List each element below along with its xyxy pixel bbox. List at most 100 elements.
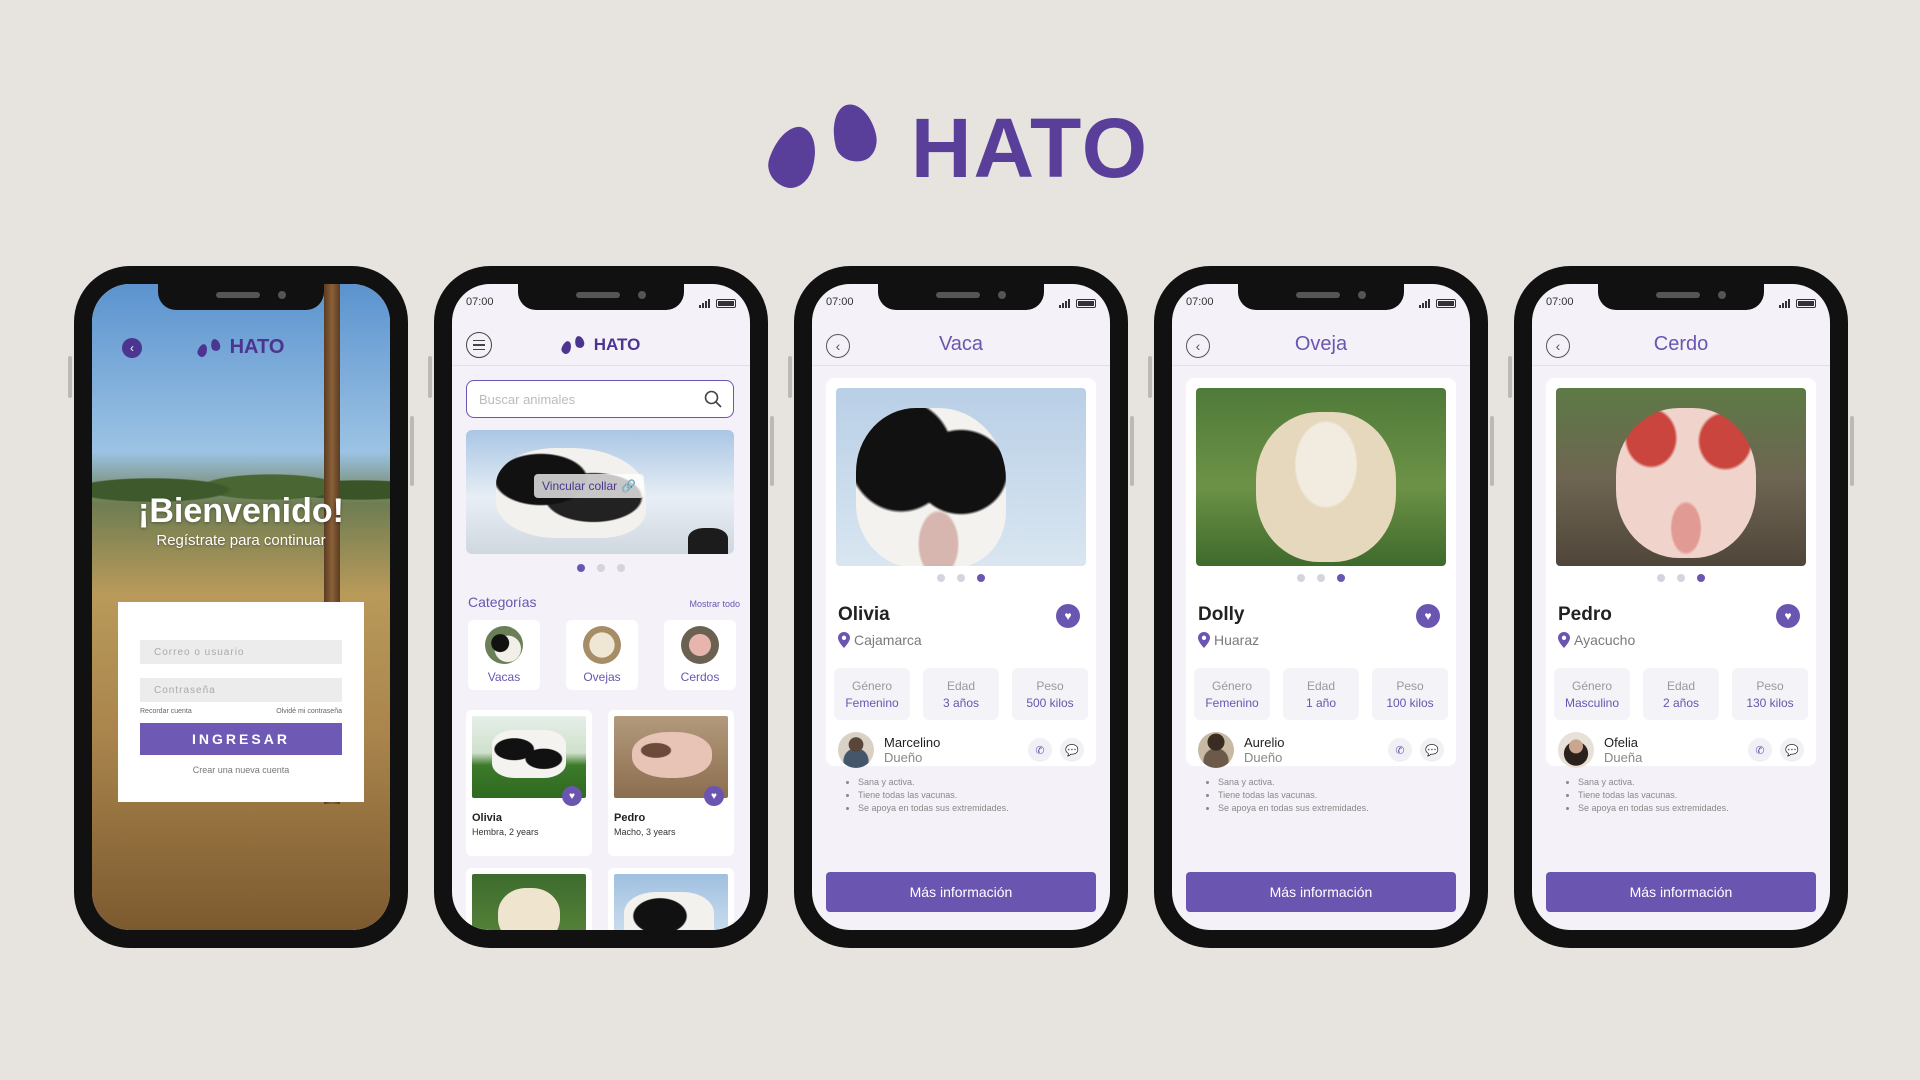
- category-sheep[interactable]: Ovejas: [566, 620, 638, 690]
- heart-icon[interactable]: ♥: [704, 786, 724, 806]
- stat-weight: Peso 130 kilos: [1732, 668, 1808, 720]
- phone-notch: [1598, 284, 1764, 310]
- phone-detail-cow: 07:00 ‹ Vaca Olivia ♥ Cajamarca Género Fe…: [788, 266, 1134, 948]
- location: Ayacucho: [1558, 632, 1635, 648]
- chat-icon[interactable]: 💬: [1420, 738, 1444, 762]
- animal-name: Pedro: [1558, 604, 1612, 625]
- email-field[interactable]: Correo o usuario: [140, 640, 342, 664]
- create-account-link[interactable]: Crear una nueva cuenta: [140, 765, 342, 775]
- phone-icon[interactable]: ✆: [1388, 738, 1412, 762]
- menu-icon[interactable]: [466, 332, 492, 358]
- hero-banner[interactable]: Vincular collar 🔗: [466, 430, 734, 554]
- detail-header: ‹ Oveja: [1172, 324, 1470, 366]
- owner-name: Ofelia: [1604, 735, 1638, 750]
- avatar: [838, 732, 874, 768]
- signal-icon: [699, 298, 710, 308]
- home-screen: 07:00 HATO Buscar animales Vincular coll…: [452, 284, 750, 930]
- owner-name: Aurelio: [1244, 735, 1285, 750]
- page-title: Cerdo: [1653, 333, 1709, 355]
- back-icon[interactable]: ‹: [826, 334, 850, 358]
- owner-row: Ofelia Dueña ✆ 💬: [1558, 732, 1804, 768]
- login-form: Correo o usuario Contraseña Recordar cue…: [118, 602, 364, 802]
- detail-header: ‹ Cerdo: [1532, 324, 1830, 366]
- more-info-button[interactable]: Más información: [1186, 872, 1456, 912]
- animal-photo: [614, 874, 728, 930]
- avatar: [1558, 732, 1594, 768]
- animal-photo: ♥: [614, 716, 728, 806]
- password-field[interactable]: Contraseña: [140, 678, 342, 702]
- animal-photo: ♥: [472, 716, 586, 806]
- animal-card[interactable]: ♥ Pedro Macho, 3 years: [608, 710, 734, 856]
- login-button[interactable]: INGRESAR: [140, 723, 342, 755]
- show-all-link[interactable]: Mostrar todo: [689, 599, 740, 609]
- chat-icon[interactable]: 💬: [1060, 738, 1084, 762]
- animal-card[interactable]: ♥ Olivia Hembra, 2 years: [466, 710, 592, 856]
- stat-gender: Género Femenino: [834, 668, 910, 720]
- phone-notch: [1238, 284, 1404, 310]
- stat-gender: Género Femenino: [1194, 668, 1270, 720]
- search-input[interactable]: Buscar animales: [466, 380, 734, 418]
- animal-detail-card: Pedro ♥ Ayacucho Género Masculino Edad 2 a…: [1546, 378, 1816, 813]
- detail-screen: 07:00 ‹ Cerdo Pedro ♥ Ayacucho Género Mas…: [1532, 284, 1830, 930]
- app-brand-name: HATO: [593, 334, 641, 354]
- location-pin-icon: [838, 632, 850, 648]
- back-icon[interactable]: ‹: [1546, 334, 1570, 358]
- stats-row: Género Femenino Edad 1 año Peso 100 kilos: [1194, 668, 1448, 720]
- battery-icon: [1076, 298, 1096, 308]
- notes-list: Sana y activa. Tiene todas las vacunas. …: [1568, 776, 1729, 815]
- stat-age: Edad 1 año: [1283, 668, 1359, 720]
- owner-role: Dueña: [1604, 750, 1643, 765]
- stats-row: Género Femenino Edad 3 años Peso 500 kilos: [834, 668, 1088, 720]
- status-time: 07:00: [1186, 296, 1214, 308]
- more-info-button[interactable]: Más información: [1546, 872, 1816, 912]
- link-collar-button[interactable]: Vincular collar 🔗: [534, 474, 645, 498]
- phone-icon[interactable]: ✆: [1028, 738, 1052, 762]
- heart-icon[interactable]: ♥: [1416, 604, 1440, 628]
- link-icon: 🔗: [621, 479, 637, 493]
- battery-icon: [1436, 298, 1456, 308]
- search-icon[interactable]: [703, 389, 723, 409]
- stat-age: Edad 2 años: [1643, 668, 1719, 720]
- stat-weight: Peso 500 kilos: [1012, 668, 1088, 720]
- status-time: 07:00: [466, 296, 494, 308]
- remember-account-link[interactable]: Recordar cuenta: [140, 708, 192, 715]
- animal-detail-card: Dolly ♥ Huaraz Género Femenino Edad 1 año …: [1186, 378, 1456, 813]
- battery-icon: [716, 298, 736, 308]
- avatar: [1198, 732, 1234, 768]
- notes-list: Sana y activa. Tiene todas las vacunas. …: [848, 776, 1009, 815]
- owner-row: Marcelino Dueño ✆ 💬: [838, 732, 1084, 768]
- sheep-avatar: [583, 626, 621, 664]
- more-info-button[interactable]: Más información: [826, 872, 1096, 912]
- owner-role: Dueño: [884, 750, 923, 765]
- animal-photo: [1196, 388, 1446, 566]
- animal-name: Olivia: [838, 604, 890, 625]
- welcome-subtitle: Regístrate para continuar: [156, 532, 326, 549]
- phone-icon[interactable]: ✆: [1748, 738, 1772, 762]
- hoof-logo-icon: [559, 334, 588, 355]
- carousel-dots: [452, 564, 750, 572]
- forgot-password-link[interactable]: Olvidé mi contraseña: [276, 708, 342, 715]
- page-title: Oveja: [1294, 333, 1348, 355]
- phone-login: ‹ HATO ¡Bienvenido! Regístrate para cont…: [68, 266, 414, 948]
- animal-photo: [1556, 388, 1806, 566]
- category-list: Vacas Ovejas Cerdos: [468, 620, 736, 690]
- location: Huaraz: [1198, 632, 1259, 648]
- category-pigs[interactable]: Cerdos: [664, 620, 736, 690]
- heart-icon[interactable]: ♥: [1776, 604, 1800, 628]
- welcome-title: ¡Bienvenido!: [138, 492, 344, 530]
- category-cows[interactable]: Vacas: [468, 620, 540, 690]
- location-pin-icon: [1558, 632, 1570, 648]
- phone-detail-sheep: 07:00 ‹ Oveja Dolly ♥ Huaraz Género Femen…: [1148, 266, 1494, 948]
- detail-screen: 07:00 ‹ Vaca Olivia ♥ Cajamarca Género Fe…: [812, 284, 1110, 930]
- phone-home: 07:00 HATO Buscar animales Vincular coll…: [428, 266, 774, 948]
- owner-role: Dueño: [1244, 750, 1283, 765]
- back-icon[interactable]: ‹: [1186, 334, 1210, 358]
- chat-icon[interactable]: 💬: [1780, 738, 1804, 762]
- heart-icon[interactable]: ♥: [562, 786, 582, 806]
- heart-icon[interactable]: ♥: [1056, 604, 1080, 628]
- animal-card[interactable]: [466, 868, 592, 930]
- animal-card[interactable]: [608, 868, 734, 930]
- signal-icon: [1419, 298, 1430, 308]
- battery-icon: [1796, 298, 1816, 308]
- location: Cajamarca: [838, 632, 922, 648]
